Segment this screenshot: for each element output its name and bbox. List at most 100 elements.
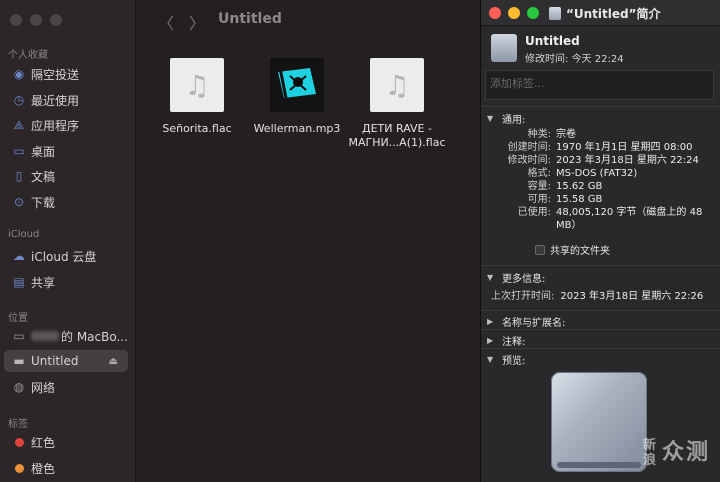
sidebar-item-label: 橙色 — [31, 461, 56, 476]
sidebar-item-label: 红色 — [31, 435, 56, 450]
clock-icon: ◷ — [13, 93, 25, 107]
modified-value: 今天 22:24 — [571, 54, 624, 65]
drive-preview-icon — [551, 372, 647, 472]
file-name-line: МАГНИ...А(1).flac — [348, 136, 446, 149]
detail-key: 修改时间: — [507, 155, 551, 166]
modified-label: 修改时间: — [525, 54, 569, 65]
checkbox-label: 共享的文件夹 — [550, 246, 610, 257]
apps-icon: ⟁ — [13, 117, 25, 132]
volume-name: Untitled — [525, 34, 580, 48]
laptop-icon: ▭ — [13, 329, 25, 343]
watermark-char: 新 — [642, 438, 658, 453]
detail-key: 上次打开时间: — [491, 291, 555, 302]
file-name: Wellerman.mp3 — [253, 122, 341, 135]
music-note-icon: ♫ — [170, 58, 224, 112]
sidebar-item-applications[interactable]: ⟁ 应用程序 — [4, 114, 128, 136]
drive-icon: ▬ — [13, 354, 25, 368]
watermark-logo: 新 浪 — [643, 438, 658, 468]
zoom-button[interactable] — [50, 14, 62, 26]
sidebar-item-label: 网络 — [31, 380, 56, 395]
watermark-char: 浪 — [642, 453, 658, 468]
window-title: Untitled — [218, 11, 282, 27]
detail-row: 格式: MS-DOS (FAT32) — [487, 167, 720, 180]
detail-row: 种类: 宗卷 — [487, 128, 720, 141]
close-button[interactable] — [10, 14, 22, 26]
sidebar-item-desktop[interactable]: ▭ 桌面 — [4, 140, 128, 162]
document-icon: ▯ — [15, 169, 23, 183]
detail-value: 15.62 GB — [556, 181, 603, 192]
chevron-down-icon: ▼ — [487, 113, 494, 123]
sidebar-item-icloud-drive[interactable]: ☁ iCloud 云盘 — [4, 245, 128, 267]
minimize-button[interactable] — [508, 7, 520, 19]
sidebar-item-tag-red[interactable]: 红色 — [4, 431, 128, 453]
more-info-section-toggle[interactable]: ▼ 更多信息: — [481, 269, 720, 285]
detail-value: 1970 年1月1日 星期四 08:00 — [556, 142, 693, 153]
sidebar-item-documents[interactable]: ▯ 文稿 — [4, 165, 128, 187]
close-button[interactable] — [489, 7, 501, 19]
info-titlebar: “Untitled”简介 — [481, 0, 720, 26]
divider — [481, 310, 720, 311]
sidebar-section-locations: 位置 — [8, 313, 28, 324]
file-item[interactable]: ♫ Señorita.flac — [142, 58, 252, 136]
eject-icon[interactable]: ⏏ — [109, 356, 118, 367]
chevron-down-icon: ▼ — [487, 272, 494, 282]
divider — [481, 265, 720, 266]
redacted-username — [31, 331, 59, 341]
finder-toolbar: 〈 〉 Untitled — [137, 0, 480, 40]
shared-folder-icon: ▤ — [13, 275, 25, 289]
detail-key: 容量: — [527, 181, 551, 192]
globe-icon: ◍ — [13, 380, 25, 394]
sidebar-item-downloads[interactable]: ⊙ 下载 — [4, 191, 128, 213]
detail-key: 种类: — [527, 129, 551, 140]
info-window-controls — [489, 7, 539, 19]
sidebar-item-label: 隔空投送 — [31, 67, 80, 82]
divider — [481, 106, 720, 107]
get-info-window: “Untitled”简介 Untitled 修改时间: 今天 22:24 添加标… — [480, 0, 720, 482]
detail-key: 创建时间: — [507, 142, 551, 153]
sidebar-item-label: 应用程序 — [31, 118, 80, 133]
desktop-icon: ▭ — [13, 144, 25, 158]
detail-value: 宗卷 — [556, 129, 576, 140]
sidebar-item-airdrop[interactable]: ◉ 隔空投送 — [4, 63, 128, 85]
file-name: Señorita.flac — [162, 122, 232, 135]
detail-value: 2023 年3月18日 星期六 22:26 — [560, 291, 704, 302]
info-header: Untitled 修改时间: 今天 22:24 — [481, 26, 720, 68]
preview-section-toggle[interactable]: ▼ 预览: — [481, 351, 720, 367]
sidebar-item-untitled[interactable]: ▬ Untitled ⏏ — [4, 350, 128, 372]
sidebar-item-label: iCloud 云盘 — [31, 249, 97, 264]
sidebar-item-shared[interactable]: ▤ 共享 — [4, 271, 128, 293]
sidebar-item-label: 最近使用 — [31, 93, 80, 108]
sidebar-item-tag-orange[interactable]: 橙色 — [4, 457, 128, 479]
section-title: 更多信息: — [502, 273, 546, 285]
sidebar-item-network[interactable]: ◍ 网络 — [4, 376, 128, 398]
sidebar-item-label: 的 MacBo... — [61, 329, 128, 344]
general-section-toggle[interactable]: ▼ 通用: — [481, 110, 720, 126]
sidebar-item-recents[interactable]: ◷ 最近使用 — [4, 89, 128, 111]
airdrop-icon: ◉ — [13, 67, 25, 81]
sidebar-item-label: 文稿 — [31, 169, 56, 184]
comments-section-toggle[interactable]: ▶ 注释: — [481, 332, 720, 348]
red-tag-dot — [15, 437, 24, 447]
chevron-right-icon: ▶ — [487, 335, 494, 345]
file-item[interactable]: ♫ ДЕТИ RAVE - МАГНИ...А(1).flac — [342, 58, 452, 150]
zoom-button[interactable] — [527, 7, 539, 19]
section-title: 名称与扩展名: — [502, 317, 566, 329]
sidebar-item-macbook[interactable]: ▭ 的 MacBo... — [4, 325, 128, 347]
info-title-wrap: “Untitled”简介 — [549, 5, 661, 22]
section-title: 预览: — [502, 355, 526, 367]
window-controls — [10, 14, 62, 26]
drive-icon — [491, 34, 517, 62]
detail-value: 2023 年3月18日 星期六 22:24 — [556, 155, 699, 166]
album-art-icon — [270, 58, 324, 112]
sidebar-section-icloud: iCloud — [8, 229, 40, 240]
checkbox[interactable] — [535, 244, 545, 255]
forward-chevron-icon[interactable]: 〉 — [189, 10, 205, 34]
orange-tag-dot — [15, 463, 24, 473]
file-item[interactable]: Wellerman.mp3 — [242, 58, 352, 136]
shared-folder-checkbox[interactable]: 共享的文件夹 — [535, 242, 720, 257]
name-extension-section-toggle[interactable]: ▶ 名称与扩展名: — [481, 313, 720, 329]
tags-input[interactable]: 添加标签... — [485, 70, 714, 100]
info-title: “Untitled”简介 — [566, 7, 661, 21]
minimize-button[interactable] — [30, 14, 42, 26]
back-chevron-icon[interactable]: 〈 — [158, 10, 174, 34]
